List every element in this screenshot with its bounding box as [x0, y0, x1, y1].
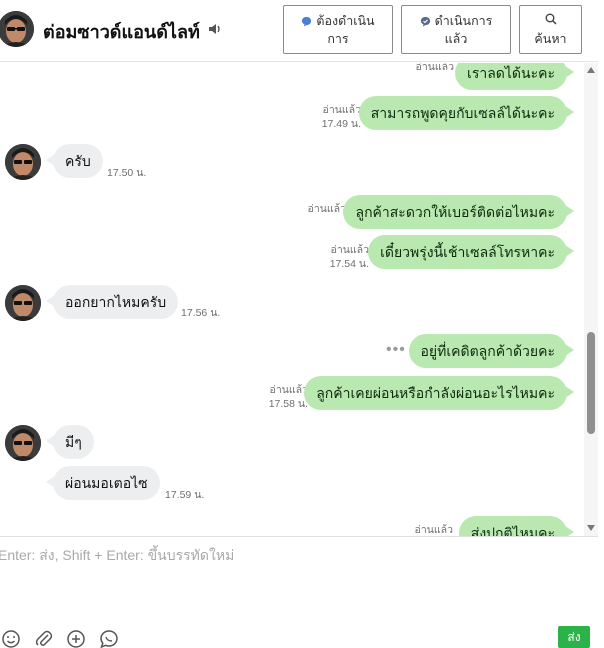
attachment-icon[interactable]: [34, 629, 54, 648]
speaker-icon[interactable]: [207, 21, 223, 37]
todo-label-line1: ต้องดำเนิน: [316, 14, 375, 28]
profile-photo-icon: [5, 425, 41, 461]
incoming-message: ออกยากไหมครับ: [45, 285, 179, 319]
incoming-message: ครับ: [46, 144, 103, 178]
window-edge: [598, 0, 604, 648]
message-time: 17.58 น.: [268, 398, 308, 410]
add-icon[interactable]: [66, 629, 86, 648]
search-label: ค้นหา: [534, 32, 567, 46]
message-input[interactable]: [0, 545, 594, 615]
scroll-down-arrow-icon[interactable]: [587, 525, 595, 531]
message-scrollbar[interactable]: [584, 63, 598, 536]
outgoing-message: สามารถพูดคุยกับเซลล์ได้นะคะ: [358, 96, 575, 130]
outgoing-message: เดี๋ยวพรุ่งนี้เช้าเซลล์โทรหาคะ: [368, 235, 574, 269]
more-options-icon[interactable]: •••: [386, 341, 406, 359]
read-status: อ่านแล้ว: [322, 104, 361, 116]
outgoing-message: ส่งปกติไหมคะ: [458, 516, 575, 536]
profile-photo-icon: [5, 144, 41, 180]
search-icon: [545, 13, 557, 25]
chat-check-icon: [420, 16, 430, 27]
done-label-line1: ดำเนินการ: [434, 14, 493, 28]
outgoing-message: ลูกค้าเคยผ่อนหรือกำลังผ่อนอะไรไหมคะ: [304, 376, 574, 410]
emoji-icon[interactable]: [1, 629, 21, 648]
send-button[interactable]: ส่ง: [558, 626, 590, 648]
message-time: 17.54 น.: [329, 258, 369, 270]
message-composer: ส่ง: [0, 536, 604, 648]
read-status: อ่านแล้ว: [415, 63, 454, 73]
message-time: 17.56 น.: [181, 307, 221, 319]
read-status: อ่านแล้ว: [269, 384, 308, 396]
scroll-up-arrow-icon[interactable]: [587, 67, 595, 73]
read-status: อ่านแล้ว: [330, 244, 369, 256]
outgoing-message: เราลดได้นะคะ: [455, 63, 574, 90]
chat-reply-icon[interactable]: [99, 629, 119, 648]
chat-header: ต่อมซาวด์แอนด์ไลท์ ต้องดำเนิน การ ดำเนิน…: [0, 0, 604, 62]
sender-avatar[interactable]: [5, 285, 41, 321]
outgoing-message: ลูกค้าสะดวกให้เบอร์ติดต่อไหมคะ: [343, 195, 574, 229]
incoming-message: ผ่อนมอเตอไซ: [46, 466, 160, 500]
message-list: อ่านแล้ว เราลดได้นะคะ อ่านแล้ว 17.49 น. …: [0, 63, 584, 536]
incoming-message: มีๆ: [46, 425, 94, 459]
todo-button[interactable]: ต้องดำเนิน การ: [283, 5, 393, 54]
search-button[interactable]: ค้นหา: [519, 5, 582, 54]
done-label-line2: แล้ว: [444, 32, 468, 46]
contact-name: ต่อมซาวด์แอนด์ไลท์: [43, 22, 200, 42]
sender-avatar[interactable]: [5, 144, 41, 180]
sender-avatar[interactable]: [5, 425, 41, 461]
message-time: 17.59 น.: [165, 489, 205, 501]
profile-photo-icon: [0, 11, 34, 47]
read-status: อ่านแล้ว: [307, 203, 346, 215]
message-time: 17.49 น.: [321, 118, 361, 130]
outgoing-message: อยู่ที่เคดิตลูกค้าด้วยคะ: [408, 334, 574, 368]
todo-label-line2: การ: [327, 32, 349, 46]
profile-photo-icon: [5, 285, 41, 321]
contact-avatar[interactable]: [0, 11, 34, 47]
message-time: 17.50 น.: [107, 167, 147, 179]
done-button[interactable]: ดำเนินการ แล้ว: [401, 5, 511, 54]
chat-bubble-icon: [302, 16, 312, 27]
read-status: อ่านแล้ว: [414, 524, 453, 536]
scrollbar-thumb[interactable]: [587, 332, 595, 434]
